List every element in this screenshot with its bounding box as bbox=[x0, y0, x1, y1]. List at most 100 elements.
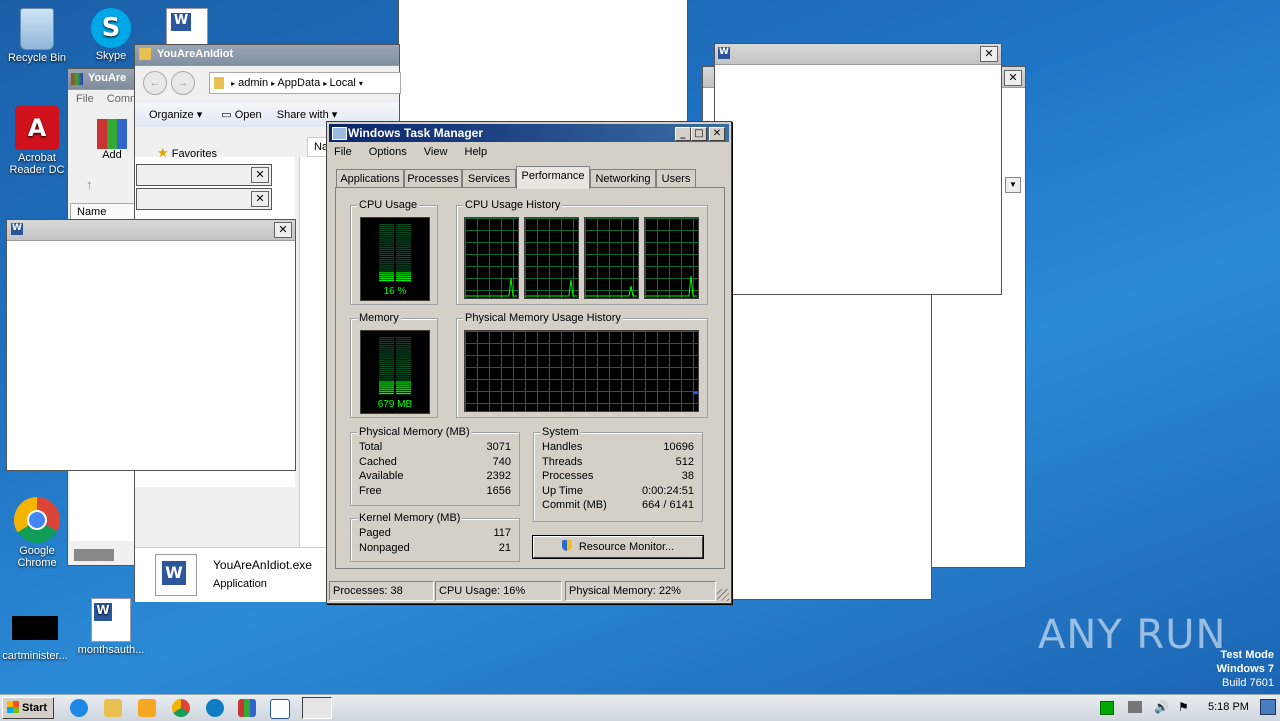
blank-word-window-titlebar[interactable]: W bbox=[7, 220, 295, 241]
winrar-titlebar[interactable]: YouAre bbox=[68, 69, 140, 90]
google-chrome-icon[interactable]: Google Chrome bbox=[2, 497, 72, 569]
cpu-usage-label: CPU Usage bbox=[357, 199, 420, 211]
shield-icon bbox=[561, 540, 572, 551]
file-explorer-taskbar-icon[interactable] bbox=[104, 699, 122, 717]
minimize-button[interactable]: _ bbox=[675, 127, 691, 141]
clock[interactable]: 5:18 PM bbox=[1208, 701, 1249, 713]
menu-file[interactable]: File bbox=[76, 93, 94, 105]
maximize-button[interactable]: □ bbox=[691, 127, 707, 141]
winrar-taskbar-icon[interactable] bbox=[238, 699, 256, 717]
gauge-segment bbox=[379, 354, 394, 356]
gauge-segment bbox=[396, 274, 411, 276]
sys-uptime-row: Up Time 0:00:24:51 bbox=[542, 485, 694, 497]
gauge-segment bbox=[396, 389, 411, 391]
monthsauth-icon[interactable]: W monthsauth... bbox=[76, 598, 146, 656]
task-manager-titlebar[interactable]: Windows Task Manager _ □ ✕ bbox=[329, 124, 729, 142]
gauge-segment bbox=[379, 362, 394, 364]
task-manager-icon bbox=[332, 127, 347, 140]
gauge-segment bbox=[379, 233, 394, 235]
menu-view[interactable]: View bbox=[424, 146, 448, 158]
breadcrumb-admin[interactable]: admin bbox=[238, 77, 268, 89]
folder-icon bbox=[139, 48, 151, 60]
small-dialog-1[interactable]: ✕ bbox=[136, 164, 272, 186]
breadcrumb-appdata[interactable]: AppData bbox=[277, 77, 320, 89]
kernel-memory-label: Kernel Memory (MB) bbox=[357, 512, 463, 524]
edge-taskbar-icon[interactable] bbox=[206, 699, 224, 717]
resize-grip-icon[interactable] bbox=[717, 589, 729, 601]
chrome-taskbar-icon[interactable] bbox=[172, 699, 190, 717]
tab-services[interactable]: Services bbox=[462, 169, 516, 188]
tab-users[interactable]: Users bbox=[656, 169, 696, 188]
tray-volume-icon[interactable]: 🔊 bbox=[1154, 700, 1169, 714]
gauge-segment bbox=[396, 344, 411, 346]
close-button[interactable]: ✕ bbox=[1004, 70, 1022, 86]
task-manager-menubar: File Options View Help bbox=[334, 146, 501, 158]
breadcrumb-local[interactable]: Local bbox=[330, 77, 356, 89]
blank-word-window-right[interactable]: W ✕ bbox=[714, 43, 1002, 295]
close-button[interactable]: ✕ bbox=[709, 127, 725, 141]
tab-processes[interactable]: Processes bbox=[404, 169, 462, 188]
small-dialog-2[interactable]: ✕ bbox=[136, 188, 272, 210]
blank-word-window-titlebar[interactable]: W bbox=[715, 44, 1001, 65]
sys-processes-row: Processes 38 bbox=[542, 470, 694, 482]
word-taskbar-icon[interactable] bbox=[270, 699, 290, 719]
internet-explorer-icon[interactable] bbox=[70, 699, 88, 717]
cartminister-icon[interactable]: cartminister... bbox=[0, 616, 70, 662]
gauge-segment bbox=[379, 254, 394, 257]
resource-monitor-button[interactable]: Resource Monitor... bbox=[533, 536, 703, 558]
scroll-down-arrow-icon[interactable]: ▼ bbox=[1005, 177, 1021, 193]
gauge-segment bbox=[379, 229, 394, 231]
share-with-button[interactable]: Share with ▾ bbox=[277, 109, 338, 121]
tray-flag-icon[interactable]: ⚑ bbox=[1178, 700, 1189, 714]
address-bar[interactable]: ▸ admin ▸ AppData ▸ Local ▾ bbox=[209, 72, 401, 94]
close-button[interactable]: ✕ bbox=[980, 46, 998, 62]
open-button[interactable]: ▭ Open bbox=[221, 109, 261, 121]
menu-file[interactable]: File bbox=[334, 146, 352, 158]
gauge-segment bbox=[396, 224, 411, 226]
acrobat-label: Acrobat Reader DC bbox=[9, 152, 65, 176]
acrobat-reader-icon[interactable]: A Acrobat Reader DC bbox=[2, 106, 72, 176]
word-small-icon: W bbox=[718, 47, 730, 59]
show-desktop-button[interactable] bbox=[1260, 699, 1276, 715]
tab-networking[interactable]: Networking bbox=[590, 169, 656, 188]
up-arrow-icon[interactable]: ↑ bbox=[86, 177, 93, 192]
recycle-bin-icon[interactable]: Recycle Bin bbox=[2, 8, 72, 64]
close-button[interactable]: ✕ bbox=[251, 191, 269, 207]
gauge-segment bbox=[396, 241, 411, 243]
winrar-add-button[interactable]: Add bbox=[92, 119, 132, 161]
gauge-segment bbox=[379, 352, 394, 354]
gauge-segment bbox=[379, 350, 394, 352]
tab-performance[interactable]: Performance bbox=[516, 166, 590, 189]
close-button[interactable]: ✕ bbox=[251, 167, 269, 183]
chevron-down-icon[interactable]: ▾ bbox=[359, 79, 363, 88]
explorer-titlebar[interactable]: YouAreAnIdiot bbox=[135, 45, 399, 66]
start-button[interactable]: Start bbox=[2, 697, 54, 719]
gauge-segment bbox=[379, 385, 394, 387]
close-button[interactable]: ✕ bbox=[274, 222, 292, 238]
media-player-icon[interactable] bbox=[138, 699, 156, 717]
memory-group: Memory 679 MB bbox=[350, 312, 438, 418]
gauge-segment bbox=[379, 346, 394, 348]
forward-button[interactable]: → bbox=[171, 71, 195, 95]
menu-help[interactable]: Help bbox=[465, 146, 488, 158]
organize-button[interactable]: Organize ▾ bbox=[149, 109, 202, 121]
menu-options[interactable]: Options bbox=[369, 146, 407, 158]
performance-panel: CPU Usage 16 % CPU Usage History Memory … bbox=[335, 187, 725, 569]
file-name: YouAreAnIdiot.exe bbox=[213, 558, 312, 572]
back-button[interactable]: ← bbox=[143, 71, 167, 95]
tray-network-icon[interactable] bbox=[1128, 701, 1142, 713]
task-manager-window[interactable]: Windows Task Manager _ □ ✕ File Options … bbox=[326, 121, 732, 604]
tab-applications[interactable]: Applications bbox=[336, 169, 404, 188]
gauge-segment bbox=[396, 356, 411, 358]
gauge-segment bbox=[396, 254, 411, 257]
gauge-segment bbox=[396, 393, 411, 395]
blank-word-window-left[interactable]: W ✕ bbox=[6, 219, 296, 471]
winrar-title: YouAre bbox=[88, 72, 127, 84]
task-manager-taskbar-button[interactable] bbox=[302, 697, 332, 719]
gauge-segment bbox=[379, 280, 394, 282]
pm-free-row: Free 1656 bbox=[359, 485, 511, 497]
gauge-segment bbox=[379, 258, 394, 260]
blank-window-top[interactable] bbox=[398, 0, 688, 123]
recycle-bin-label: Recycle Bin bbox=[7, 52, 67, 64]
tray-status-icon[interactable] bbox=[1100, 701, 1114, 715]
